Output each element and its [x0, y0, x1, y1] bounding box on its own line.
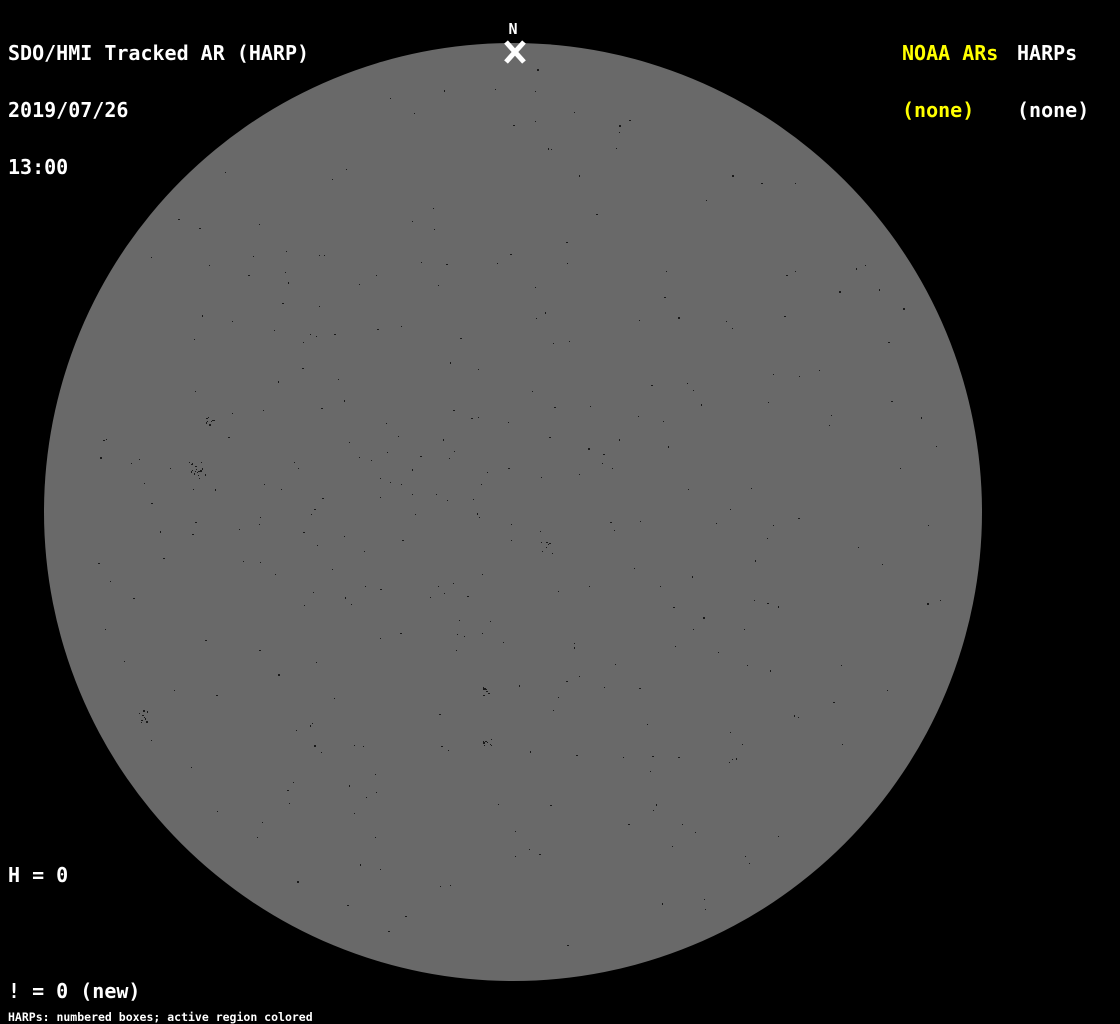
page-title: SDO/HMI Tracked AR (HARP)	[8, 41, 310, 65]
harps-label: HARPs	[1017, 41, 1078, 65]
north-pole-label: N	[508, 20, 518, 38]
north-pole-marker-icon	[504, 40, 526, 64]
noaa-ars-value: (none)	[902, 98, 975, 122]
noaa-ars-status: NOAA ARs (none)	[902, 6, 998, 158]
harp-count-line: H = 0	[8, 862, 69, 887]
observation-time: 13:00	[8, 155, 69, 179]
header-left: SDO/HMI Tracked AR (HARP) 2019/07/26 13:…	[8, 6, 309, 215]
harps-value: (none)	[1017, 98, 1090, 122]
harps-status: HARPs (none)	[1017, 6, 1089, 158]
observation-date: 2019/07/26	[8, 98, 129, 122]
footnote: HARPs: numbered boxes; active region col…	[8, 989, 410, 1024]
solar-tracking-view: SDO/HMI Tracked AR (HARP) 2019/07/26 13:…	[0, 0, 1120, 1024]
footnote-harps: HARPs: numbered boxes; active region col…	[8, 1010, 313, 1024]
noaa-ars-label: NOAA ARs	[902, 41, 999, 65]
